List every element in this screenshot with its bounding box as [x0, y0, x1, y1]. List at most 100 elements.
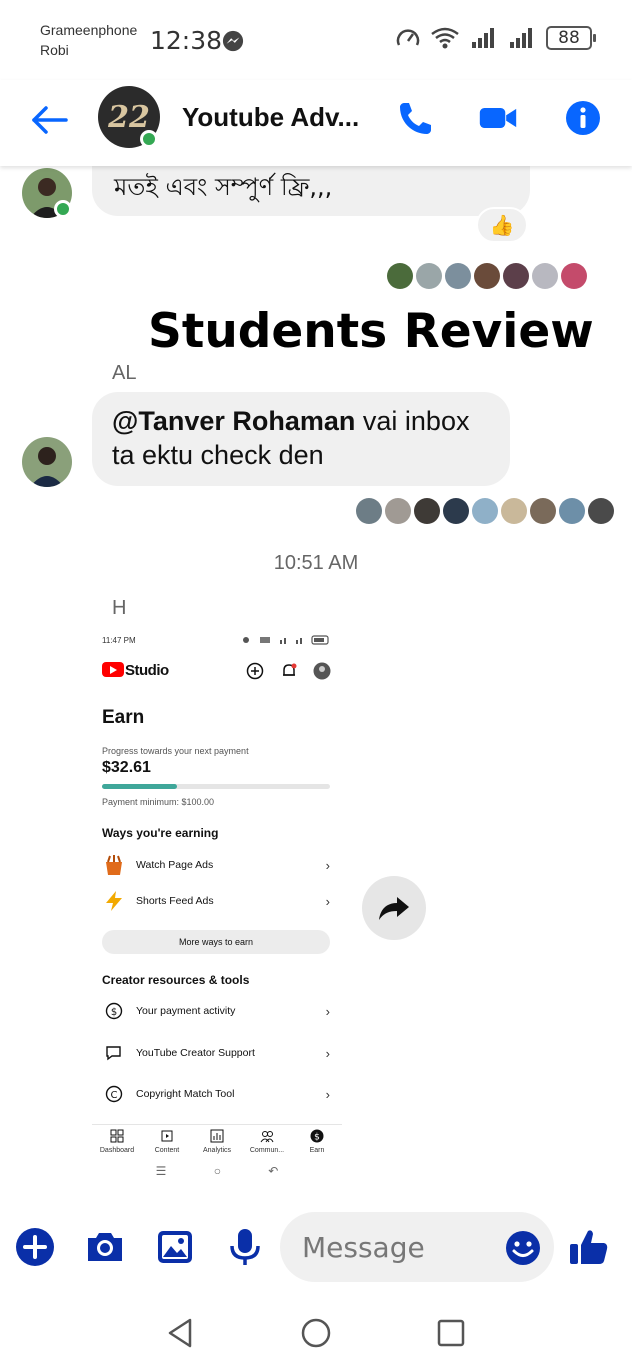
content-icon	[161, 1130, 173, 1142]
shot-nav-item: Dashboard	[93, 1129, 141, 1158]
youtube-logo-icon	[102, 662, 124, 677]
read-avatar	[503, 263, 529, 289]
nav-recents-icon[interactable]	[434, 1316, 468, 1350]
shot-status-icons	[243, 635, 329, 645]
status-clock: 12:38	[150, 26, 223, 55]
way-row: Shorts Feed Ads ›	[102, 886, 330, 916]
notification-bell-icon	[283, 663, 297, 676]
dollar-circle-icon: $	[102, 999, 126, 1023]
chevron-right-icon: ›	[325, 1045, 330, 1061]
resource-label: YouTube Creator Support	[136, 1047, 255, 1059]
overlay-title: Students Review	[148, 304, 594, 359]
earn-title: Earn	[102, 707, 145, 728]
mic-icon[interactable]	[224, 1226, 266, 1268]
system-navigation-bar	[0, 1300, 632, 1368]
camera-icon[interactable]	[84, 1226, 126, 1268]
read-avatar	[530, 498, 556, 524]
back-arrow-icon[interactable]	[28, 100, 72, 140]
plus-icon[interactable]	[14, 1226, 56, 1268]
emoji-icon[interactable]	[504, 1229, 542, 1267]
shot-nav-item: Analytics	[193, 1129, 241, 1158]
shot-nav-item: Commun...	[243, 1129, 291, 1158]
mention-link[interactable]: @Tanver Rohaman	[112, 406, 355, 436]
speed-icon	[396, 29, 420, 46]
like-icon[interactable]	[568, 1226, 610, 1268]
read-avatar	[559, 498, 585, 524]
chat-title[interactable]: Youtube Adv...	[182, 102, 359, 133]
shot-bottom-nav: Dashboard Content Analytics Commun... $ …	[92, 1124, 342, 1158]
home-icon: ○	[213, 1164, 221, 1178]
shot-nav-label: Dashboard	[99, 1147, 135, 1154]
sender-online-dot	[54, 200, 72, 218]
shot-nav-label: Analytics	[202, 1147, 231, 1154]
shot-nav-label: Content	[154, 1147, 180, 1154]
shot-nav-item: $ Earn	[293, 1129, 341, 1158]
nav-home-icon[interactable]	[299, 1316, 333, 1350]
profile-avatar-icon	[313, 662, 331, 680]
payment-progress-bar	[102, 784, 330, 789]
battery-indicator: 88	[546, 26, 596, 50]
chevron-right-icon: ›	[325, 1003, 330, 1019]
sender-name: H	[112, 597, 127, 619]
analytics-icon	[210, 1129, 224, 1143]
sender-avatar[interactable]	[22, 437, 72, 487]
svg-text:$: $	[111, 1007, 117, 1018]
menu-icon: ☰	[155, 1164, 167, 1178]
message-bubble[interactable]: @Tanver Rohaman vai inbox ta ektu check …	[92, 392, 510, 486]
carrier-name-1: Grameenphone	[40, 22, 138, 38]
resource-row: YouTube Creator Support ›	[102, 1038, 330, 1068]
shot-nav-item: Content	[143, 1129, 191, 1158]
chat-bubble-icon	[102, 1041, 126, 1065]
phone-icon[interactable]	[396, 98, 436, 138]
gallery-icon[interactable]	[154, 1226, 196, 1268]
reaction-like-icon[interactable]: 👍	[476, 207, 528, 243]
read-avatar	[414, 498, 440, 524]
sender-name: AL	[112, 362, 137, 384]
info-icon[interactable]	[563, 98, 603, 138]
payment-progress-fill	[102, 784, 178, 789]
status-bar: Grameenphone Robi 12:38 88	[0, 0, 632, 80]
resources-heading: Creator resources & tools	[102, 973, 250, 987]
video-call-icon[interactable]	[478, 98, 518, 138]
svg-text:$: $	[314, 1133, 320, 1143]
way-label: Shorts Feed Ads	[136, 895, 214, 907]
way-row: Watch Page Ads ›	[102, 850, 330, 880]
resource-label: Your payment activity	[136, 1005, 236, 1017]
ways-earning-heading: Ways you're earning	[102, 826, 219, 840]
forward-arrow-icon	[379, 897, 409, 920]
read-receipts	[356, 498, 614, 524]
dashboard-icon	[110, 1129, 124, 1143]
svg-text:C: C	[111, 1090, 118, 1101]
resource-row: $ Your payment activity ›	[102, 996, 330, 1026]
carrier-name-2: Robi	[40, 42, 69, 58]
lightning-icon	[102, 889, 126, 913]
chevron-right-icon: ›	[325, 1086, 330, 1102]
signal-icon-2	[510, 28, 532, 48]
payment-minimum: Payment minimum: $100.00	[102, 797, 215, 807]
more-ways-button: More ways to earn	[102, 930, 330, 954]
read-avatar	[532, 263, 558, 289]
shot-status-time: 11:47 PM	[102, 636, 136, 645]
chevron-right-icon: ›	[325, 857, 330, 873]
create-icon	[246, 662, 264, 680]
resource-label: Copyright Match Tool	[136, 1088, 235, 1100]
shared-screenshot[interactable]: 11:47 PM Studio Earn Progress towards yo…	[92, 628, 342, 1194]
chat-header: 22 Youtube Adv...	[0, 80, 632, 166]
message-composer	[0, 1200, 632, 1296]
shot-nav-label: Commun...	[249, 1147, 285, 1154]
read-avatar	[501, 498, 527, 524]
community-icon	[260, 1131, 274, 1143]
wifi-icon	[431, 27, 459, 49]
progress-label: Progress towards your next payment	[102, 746, 249, 756]
way-label: Watch Page Ads	[136, 859, 214, 871]
read-avatar	[416, 263, 442, 289]
online-status-dot	[140, 130, 158, 148]
resource-row: C Copyright Match Tool ›	[102, 1079, 330, 1109]
shot-system-nav: ☰ ○ ↶	[92, 1164, 342, 1184]
read-avatar	[356, 498, 382, 524]
nav-back-icon[interactable]	[164, 1316, 198, 1350]
forward-button[interactable]	[362, 876, 426, 940]
group-avatar-logo: 22	[108, 99, 150, 135]
read-avatar	[474, 263, 500, 289]
read-avatar	[387, 263, 413, 289]
